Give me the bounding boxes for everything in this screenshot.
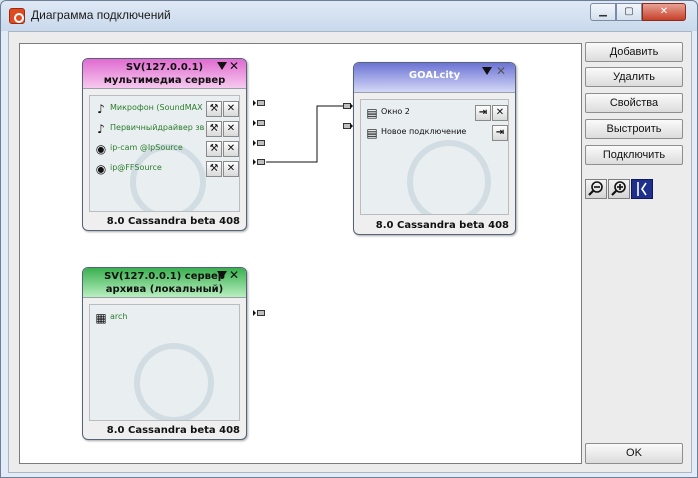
output-port[interactable] — [257, 100, 265, 106]
node-multimedia-server[interactable]: SV(127.0.0.1) мультимедиа сервер ✕ ♪ Мик… — [82, 58, 247, 231]
link-icon[interactable]: ⇥ — [475, 105, 491, 121]
node-title-line2: мультимедиа сервер — [103, 75, 226, 86]
node-close-icon[interactable]: ✕ — [496, 64, 506, 78]
node-header[interactable]: GOALcity ✕ — [354, 63, 515, 93]
row-label: Микрофон (SoundMAX — [110, 103, 203, 112]
diagram-canvas[interactable]: SV(127.0.0.1) мультимедиа сервер ✕ ♪ Мик… — [19, 43, 582, 464]
node-menu-icon[interactable] — [217, 271, 227, 279]
dialog-client-area: SV(127.0.0.1) мультимедиа сервер ✕ ♪ Мик… — [8, 31, 692, 473]
music-note-icon: ♪ — [97, 102, 105, 116]
port-arrow-icon — [253, 159, 256, 165]
remove-row-icon[interactable]: ✕ — [492, 105, 508, 121]
node-body: ▤ Окно 2 ⇥ ✕ ▤ Новое подключение ⇥ — [360, 99, 509, 215]
port-arrow-icon — [350, 103, 353, 109]
window-title: Диаграмма подключений — [31, 8, 171, 22]
port-arrow-icon — [350, 123, 353, 129]
list-item[interactable]: ◉ ip-cam @IpSource ⚒ ✕ — [92, 140, 239, 158]
list-item[interactable]: ▦ arch — [92, 309, 237, 327]
properties-button[interactable]: Свойства — [585, 93, 683, 113]
remove-row-icon[interactable]: ✕ — [223, 141, 239, 157]
row-label: ip@FFSource — [110, 163, 162, 172]
window-icon: ▤ — [366, 106, 378, 120]
output-port[interactable] — [257, 159, 265, 165]
list-item[interactable]: ♪ Микрофон (SoundMAX ⚒ ✕ — [92, 100, 239, 118]
node-title-line2: архива (локальный) — [105, 284, 224, 295]
node-menu-icon[interactable] — [217, 62, 227, 70]
settings-wrench-icon[interactable]: ⚒ — [206, 161, 222, 177]
zoom-toolbar — [585, 179, 653, 199]
arrange-button[interactable]: Выстроить — [585, 119, 683, 139]
node-body: ▦ arch — [89, 304, 240, 421]
row-label: Окно 2 — [381, 107, 410, 116]
node-version: 8.0 Cassandra beta 408 — [106, 425, 240, 436]
node-body: ♪ Микрофон (SoundMAX ⚒ ✕ ♪ Первичныйдрай… — [89, 95, 240, 212]
remove-row-icon[interactable]: ✕ — [223, 161, 239, 177]
connection-diagram-window: Диаграмма подключений ▁ ▢ ✕ SV(127.0.0.1… — [0, 0, 698, 478]
settings-wrench-icon[interactable]: ⚒ — [206, 141, 222, 157]
port-arrow-icon — [253, 140, 256, 146]
node-goalcity[interactable]: GOALcity ✕ ▤ Окно 2 ⇥ ✕ ▤ Новое подключе… — [353, 62, 516, 235]
row-label: arch — [110, 312, 128, 321]
row-label: ip-cam @IpSource — [110, 143, 183, 152]
music-note-icon: ♪ — [97, 122, 105, 136]
node-archive-server[interactable]: SV(127.0.0.1) сервер архива (локальный) … — [82, 267, 247, 440]
port-arrow-icon — [253, 310, 256, 316]
watermark-reel-icon — [134, 343, 214, 420]
output-port[interactable] — [257, 120, 265, 126]
output-port[interactable] — [257, 140, 265, 146]
title-bar[interactable]: Диаграмма подключений ▁ ▢ ✕ — [1, 1, 697, 31]
settings-wrench-icon[interactable]: ⚒ — [206, 121, 222, 137]
output-port[interactable] — [257, 310, 265, 316]
list-item[interactable]: ▤ Новое подключение ⇥ — [363, 124, 508, 142]
maximize-button[interactable]: ▢ — [616, 3, 642, 21]
connect-button[interactable]: Подключить — [585, 145, 683, 165]
zoom-out-icon[interactable] — [585, 179, 607, 199]
node-header[interactable]: SV(127.0.0.1) мультимедиа сервер ✕ — [83, 59, 246, 89]
node-version: 8.0 Cassandra beta 408 — [375, 220, 509, 231]
list-item[interactable]: ▤ Окно 2 ⇥ ✕ — [363, 104, 508, 122]
connector-icon[interactable] — [631, 179, 653, 199]
node-header[interactable]: SV(127.0.0.1) сервер архива (локальный) … — [83, 268, 246, 298]
node-version: 8.0 Cassandra beta 408 — [106, 216, 240, 227]
node-close-icon[interactable]: ✕ — [229, 269, 239, 282]
node-menu-icon[interactable] — [482, 67, 492, 75]
row-label: Новое подключение — [381, 127, 467, 136]
add-button[interactable]: Добавить — [585, 42, 683, 62]
app-logo-icon — [9, 8, 25, 24]
window-icon: ▤ — [366, 126, 378, 140]
list-item[interactable]: ♪ Первичныйдрайвер зв ⚒ ✕ — [92, 120, 239, 138]
list-item[interactable]: ◉ ip@FFSource ⚒ ✕ — [92, 160, 239, 178]
close-window-button[interactable]: ✕ — [642, 3, 686, 21]
camera-icon: ◉ — [95, 142, 107, 156]
minimize-button[interactable]: ▁ — [590, 3, 616, 21]
port-arrow-icon — [253, 120, 256, 126]
zoom-in-icon[interactable] — [608, 179, 630, 199]
watermark-reel-icon — [407, 140, 491, 214]
row-label: Первичныйдрайвер зв — [110, 123, 205, 132]
remove-button[interactable]: Удалить — [585, 67, 683, 87]
archive-icon: ▦ — [95, 311, 107, 325]
remove-row-icon[interactable]: ✕ — [223, 121, 239, 137]
ok-button[interactable]: OK — [585, 443, 683, 464]
port-arrow-icon — [253, 100, 256, 106]
node-close-icon[interactable]: ✕ — [229, 60, 239, 73]
settings-wrench-icon[interactable]: ⚒ — [206, 101, 222, 117]
link-icon[interactable]: ⇥ — [492, 125, 508, 141]
camera-icon: ◉ — [95, 162, 107, 176]
remove-row-icon[interactable]: ✕ — [223, 101, 239, 117]
